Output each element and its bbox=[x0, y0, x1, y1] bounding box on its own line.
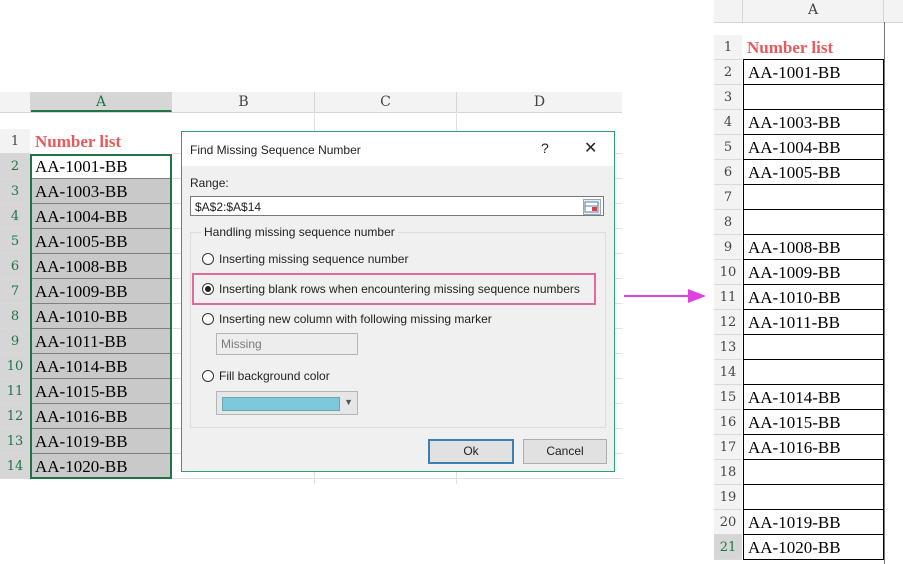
right-data-cell[interactable]: AA-1019-BB bbox=[743, 510, 884, 535]
missing-marker-input[interactable]: Missing bbox=[216, 333, 358, 355]
cancel-button[interactable]: Cancel bbox=[523, 439, 607, 464]
row-number[interactable]: 14 bbox=[0, 454, 30, 479]
help-icon[interactable]: ? bbox=[541, 140, 549, 156]
row-number[interactable]: 1 bbox=[0, 129, 30, 154]
right-row-number[interactable]: 5 bbox=[714, 135, 742, 160]
right-row-number[interactable]: 8 bbox=[714, 210, 742, 235]
right-data-cell[interactable]: AA-1015-BB bbox=[743, 410, 884, 435]
radio-fill-color[interactable] bbox=[202, 370, 214, 382]
gridline bbox=[172, 478, 622, 479]
right-data-cell[interactable]: AA-1005-BB bbox=[743, 160, 884, 185]
dialog-titlebar[interactable]: Find Missing Sequence Number ? ✕ bbox=[182, 132, 614, 166]
option-insert-missing[interactable]: Inserting missing sequence number bbox=[219, 252, 408, 266]
right-row-number[interactable]: 20 bbox=[714, 510, 742, 535]
range-label: Range: bbox=[190, 176, 229, 190]
right-row-number[interactable]: 17 bbox=[714, 435, 742, 460]
right-data-cell[interactable] bbox=[743, 85, 884, 110]
right-data-cell[interactable]: AA-1014-BB bbox=[743, 385, 884, 410]
row-number[interactable]: 7 bbox=[0, 279, 30, 304]
right-row-number[interactable]: 13 bbox=[714, 335, 742, 360]
corner-cell[interactable] bbox=[0, 92, 31, 112]
dialog-title: Find Missing Sequence Number bbox=[190, 143, 361, 157]
option-new-column[interactable]: Inserting new column with following miss… bbox=[219, 312, 492, 326]
right-data-cell[interactable] bbox=[743, 335, 884, 360]
right-row-number[interactable]: 7 bbox=[714, 185, 742, 210]
right-row-number[interactable]: 15 bbox=[714, 385, 742, 410]
right-spreadsheet: A 1 Number list 2 AA-1001-BB 3 4 AA-1003-BB 5 AA… bbox=[714, 0, 903, 564]
right-data-cell[interactable]: AA-1009-BB bbox=[743, 260, 884, 285]
row-number[interactable]: 9 bbox=[0, 329, 30, 354]
right-data-cell[interactable]: AA-1004-BB bbox=[743, 135, 884, 160]
column-header-b[interactable]: B bbox=[173, 92, 315, 112]
row-number[interactable]: 12 bbox=[0, 404, 30, 429]
chevron-down-icon: ▼ bbox=[344, 397, 353, 407]
column-header-row: A B C D bbox=[0, 92, 622, 113]
right-data-cell[interactable] bbox=[743, 185, 884, 210]
right-row-number[interactable]: 19 bbox=[714, 485, 742, 510]
right-data-cell[interactable]: AA-1020-BB bbox=[743, 535, 884, 560]
color-picker[interactable]: ▼ bbox=[216, 391, 358, 415]
color-swatch bbox=[222, 397, 340, 411]
column-header-d[interactable]: D bbox=[457, 92, 622, 112]
range-select-icon[interactable] bbox=[583, 199, 601, 215]
right-column-header-a[interactable]: A bbox=[743, 0, 884, 22]
right-data-cell[interactable] bbox=[743, 360, 884, 385]
right-data-cell[interactable] bbox=[743, 485, 884, 510]
right-row-number[interactable]: 6 bbox=[714, 160, 742, 185]
row-number[interactable]: 2 bbox=[0, 154, 30, 179]
row-number[interactable]: 11 bbox=[0, 379, 30, 404]
right-data-cell[interactable]: AA-1008-BB bbox=[743, 235, 884, 260]
right-row-number[interactable]: 2 bbox=[714, 60, 742, 85]
column-header-a[interactable]: A bbox=[31, 92, 172, 112]
row-number[interactable]: 3 bbox=[0, 179, 30, 204]
close-icon[interactable]: ✕ bbox=[584, 138, 597, 158]
right-row-number[interactable]: 14 bbox=[714, 360, 742, 385]
row-number[interactable]: 10 bbox=[0, 354, 30, 379]
right-data-cell[interactable]: AA-1003-BB bbox=[743, 110, 884, 135]
right-row-number[interactable]: 4 bbox=[714, 110, 742, 135]
row-number[interactable]: 8 bbox=[0, 304, 30, 329]
row-number[interactable]: 4 bbox=[0, 204, 30, 229]
right-data-cell[interactable] bbox=[743, 460, 884, 485]
right-row-number[interactable]: 1 bbox=[714, 35, 742, 60]
right-row-number[interactable]: 18 bbox=[714, 460, 742, 485]
right-row-number[interactable]: 11 bbox=[714, 285, 742, 310]
right-row-number[interactable]: 21 bbox=[714, 535, 742, 560]
option-fill-color[interactable]: Fill background color bbox=[219, 369, 330, 383]
row-number[interactable]: 6 bbox=[0, 254, 30, 279]
row-number[interactable]: 5 bbox=[0, 229, 30, 254]
radio-insert-blank-rows[interactable] bbox=[202, 283, 214, 295]
right-row-number[interactable]: 9 bbox=[714, 235, 742, 260]
group-title: Handling missing sequence number bbox=[201, 225, 398, 239]
radio-insert-missing[interactable] bbox=[202, 253, 214, 265]
gridline bbox=[884, 22, 885, 564]
right-row-number[interactable]: 10 bbox=[714, 260, 742, 285]
radio-new-column[interactable] bbox=[202, 313, 214, 325]
selection-border bbox=[30, 154, 172, 479]
right-data-cell[interactable] bbox=[743, 210, 884, 235]
right-data-cell[interactable]: AA-1001-BB bbox=[743, 60, 884, 85]
range-input[interactable]: $A$2:$A$14 bbox=[190, 196, 604, 216]
find-missing-dialog: Find Missing Sequence Number ? ✕ Range: … bbox=[181, 131, 615, 472]
arrow-icon bbox=[624, 289, 706, 303]
row-number[interactable]: 13 bbox=[0, 429, 30, 454]
right-corner-cell[interactable] bbox=[714, 0, 743, 22]
right-column-header-row: A bbox=[714, 0, 903, 23]
option-insert-blank-rows[interactable]: Inserting blank rows when encountering m… bbox=[219, 282, 580, 296]
right-row-number[interactable]: 3 bbox=[714, 85, 742, 110]
right-row-number[interactable]: 12 bbox=[714, 310, 742, 335]
range-value: $A$2:$A$14 bbox=[195, 200, 262, 214]
header-cell[interactable]: Number list bbox=[31, 129, 172, 154]
right-header-cell[interactable]: Number list bbox=[743, 35, 884, 60]
column-header-c[interactable]: C bbox=[315, 92, 457, 112]
right-row-number[interactable]: 16 bbox=[714, 410, 742, 435]
right-data-cell[interactable]: AA-1016-BB bbox=[743, 435, 884, 460]
ok-button[interactable]: Ok bbox=[428, 439, 514, 464]
right-data-cell[interactable]: AA-1010-BB bbox=[743, 285, 884, 310]
right-data-cell[interactable]: AA-1011-BB bbox=[743, 310, 884, 335]
